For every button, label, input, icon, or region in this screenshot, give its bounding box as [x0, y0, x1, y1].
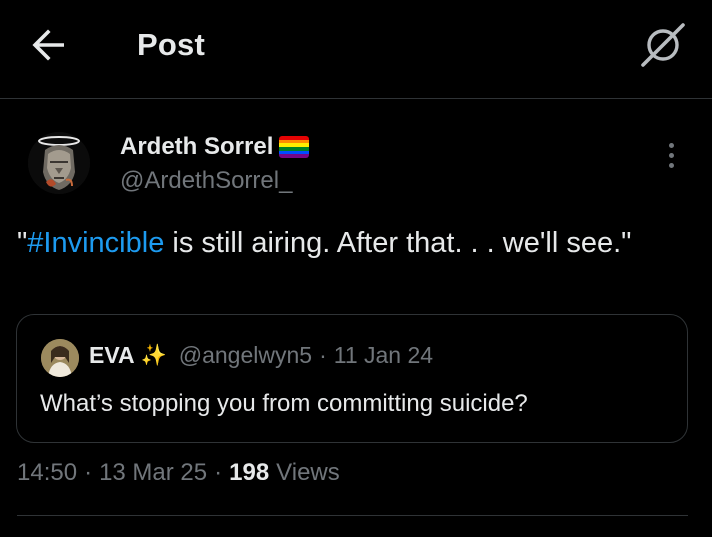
post-metadata: 14:50 · 13 Mar 25 · 198 Views: [17, 459, 340, 487]
quoted-post-text: What’s stopping you from committing suic…: [40, 390, 528, 417]
post-text-body: is still airing. After that. . . we'll s…: [164, 227, 632, 259]
author-avatar[interactable]: [28, 132, 90, 194]
back-button[interactable]: [28, 24, 70, 66]
author-name-text: Ardeth Sorrel: [120, 133, 274, 160]
arrow-left-icon: [32, 29, 64, 61]
page-title: Post: [137, 27, 205, 62]
post-date[interactable]: 13 Mar 25: [99, 459, 207, 487]
more-vertical-icon-dot: [668, 152, 674, 158]
more-vertical-icon-dot: [668, 142, 674, 148]
dot-separator: ·: [214, 459, 223, 486]
rainbow-flag-icon: [279, 136, 310, 158]
post-text-quote-mark: ": [17, 227, 28, 259]
quoted-author-avatar: [41, 339, 79, 377]
top-bar: Post: [0, 0, 712, 99]
dot-separator: ·: [84, 459, 93, 486]
author-name[interactable]: Ardeth Sorrel: [120, 133, 310, 161]
sparkles-emoji: ✨: [140, 343, 167, 367]
divider: [17, 515, 688, 516]
author-handle[interactable]: @ArdethSorrel_: [120, 167, 292, 195]
statue-avatar-image: [28, 132, 90, 194]
quoted-post-header: EVA ✨ @angelwyn5 · 11 Jan 24: [89, 342, 433, 369]
quoted-author-handle: @angelwyn5: [178, 342, 313, 368]
portrait-avatar-image: [41, 339, 79, 377]
quoted-post-card[interactable]: EVA ✨ @angelwyn5 · 11 Jan 24 What’s stop…: [16, 314, 688, 443]
grok-icon: [641, 23, 685, 67]
more-vertical-icon-dot: [668, 162, 674, 168]
more-options-button[interactable]: [656, 138, 686, 172]
post-time[interactable]: 14:50: [17, 459, 77, 487]
grok-button[interactable]: [636, 18, 690, 72]
dot-separator: ·: [319, 342, 327, 368]
quoted-post-date: 11 Jan 24: [333, 342, 434, 368]
hashtag-link[interactable]: #Invincible: [27, 227, 164, 259]
views-label: Views: [276, 459, 340, 486]
post-text: "#Invincible is still airing. After that…: [17, 222, 687, 264]
quoted-author-name: EVA: [89, 342, 135, 368]
views-count: 198: [229, 459, 270, 486]
post-author-row: Ardeth Sorrel @ArdethSorrel_: [0, 118, 712, 208]
